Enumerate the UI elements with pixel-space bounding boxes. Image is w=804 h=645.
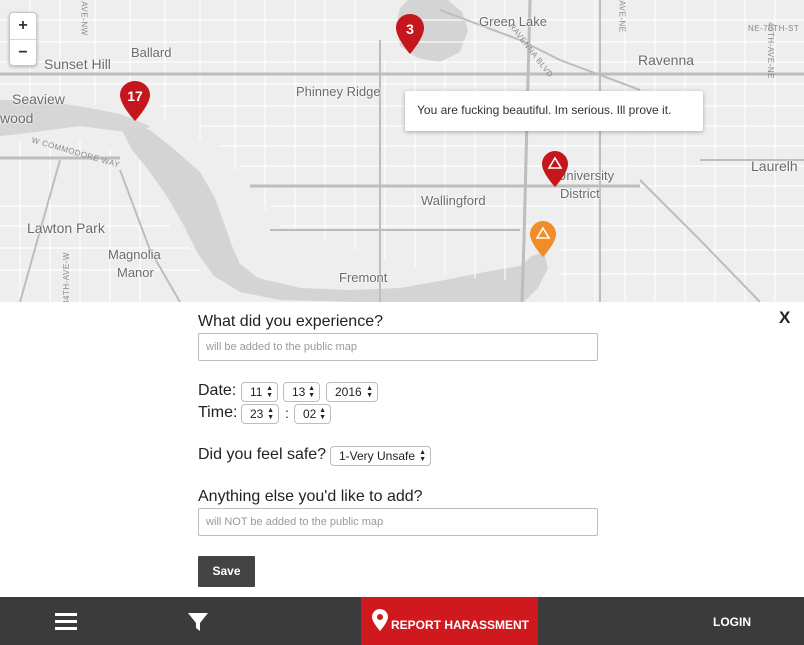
marker-report-orange[interactable]: [530, 221, 556, 259]
marker-count: 3: [406, 21, 414, 37]
date-label: Date:: [198, 382, 237, 399]
safety-value: 1-Very Unsafe: [339, 449, 416, 463]
additional-input[interactable]: [198, 508, 598, 536]
warning-icon: [542, 151, 568, 187]
marker-cluster-3[interactable]: 3: [396, 14, 424, 56]
marker-report-red[interactable]: [542, 151, 568, 189]
place-manor: Manor: [117, 265, 154, 280]
time-label: Time:: [198, 404, 238, 421]
street-ave-ne: AVE-NE: [617, 0, 627, 33]
hamburger-icon: [55, 613, 77, 630]
zoom-control: + −: [9, 12, 37, 66]
place-fremont: Fremont: [339, 270, 388, 285]
select-arrows-icon: ▲ ▼: [366, 385, 373, 399]
time-hour-value: 23: [250, 407, 264, 421]
place-wood: wood: [0, 110, 34, 126]
marker-count: 17: [127, 88, 143, 104]
select-arrows-icon: ▲ ▼: [267, 407, 274, 421]
zoom-out-button[interactable]: −: [10, 39, 36, 65]
place-ravenna: Ravenna: [638, 52, 695, 68]
select-arrows-icon: ▲ ▼: [319, 407, 326, 421]
date-day-select[interactable]: 13 ▲ ▼: [283, 382, 320, 402]
footer-nav: REPORT HARASSMENT LOGIN: [0, 597, 804, 645]
street-40th-ave-ne: 40TH-AVE-NE: [765, 22, 775, 79]
experience-input[interactable]: [198, 333, 598, 361]
save-button[interactable]: Save: [198, 556, 255, 587]
report-harassment-label: REPORT HARASSMENT: [391, 618, 530, 632]
filter-icon: [188, 613, 208, 631]
warning-icon: [530, 221, 556, 257]
date-year-value: 2016: [335, 385, 362, 399]
place-lawton-park: Lawton Park: [27, 220, 105, 236]
street-34th-ave-w: 34TH-AVE-W: [61, 252, 71, 302]
place-ballard: Ballard: [131, 45, 172, 60]
map-pin-icon: [372, 609, 388, 631]
time-minute-value: 02: [303, 407, 317, 421]
time-hour-select[interactable]: 23 ▲ ▼: [241, 404, 279, 424]
map[interactable]: Sunset Hill Ballard Seaview wood Phinney…: [0, 0, 804, 302]
date-month-select[interactable]: 11 ▲ ▼: [241, 382, 278, 402]
experience-question: What did you experience?: [198, 313, 383, 330]
select-arrows-icon: ▲ ▼: [266, 385, 273, 399]
login-link[interactable]: LOGIN: [713, 615, 751, 629]
place-phinney-ridge: Phinney Ridge: [296, 84, 381, 99]
date-month-value: 11: [250, 385, 263, 399]
zoom-in-button[interactable]: +: [10, 13, 36, 39]
place-sunset-hill: Sunset Hill: [44, 56, 111, 72]
street-ave-nw: AVE-NW: [79, 1, 89, 36]
safe-question: Did you feel safe?: [198, 446, 327, 463]
filter-button[interactable]: [176, 597, 220, 645]
place-seaview: Seaview: [12, 91, 65, 107]
time-minute-select[interactable]: 02 ▲ ▼: [294, 404, 331, 424]
date-year-select[interactable]: 2016 ▲ ▼: [326, 382, 378, 402]
place-laurelhurst: Laurelh: [751, 158, 798, 174]
menu-button[interactable]: [44, 597, 88, 645]
time-separator: :: [285, 405, 289, 421]
place-magnolia: Magnolia: [108, 247, 161, 262]
report-form: X What did you experience? Date: 11 ▲▼ 1…: [0, 302, 804, 597]
date-day-value: 13: [292, 385, 306, 399]
map-popup: You are fucking beautiful. Im serious. I…: [405, 91, 703, 131]
place-wallingford: Wallingford: [421, 193, 486, 208]
safety-select[interactable]: 1-Very Unsafe ▲ ▼: [330, 446, 431, 466]
select-arrows-icon: ▲ ▼: [308, 385, 315, 399]
close-button[interactable]: X: [779, 308, 790, 328]
report-harassment-button[interactable]: REPORT HARASSMENT: [361, 597, 538, 645]
additional-question: Anything else you'd like to add?: [198, 488, 423, 505]
select-arrows-icon: ▲ ▼: [419, 449, 426, 463]
marker-cluster-17[interactable]: 17: [120, 81, 150, 123]
